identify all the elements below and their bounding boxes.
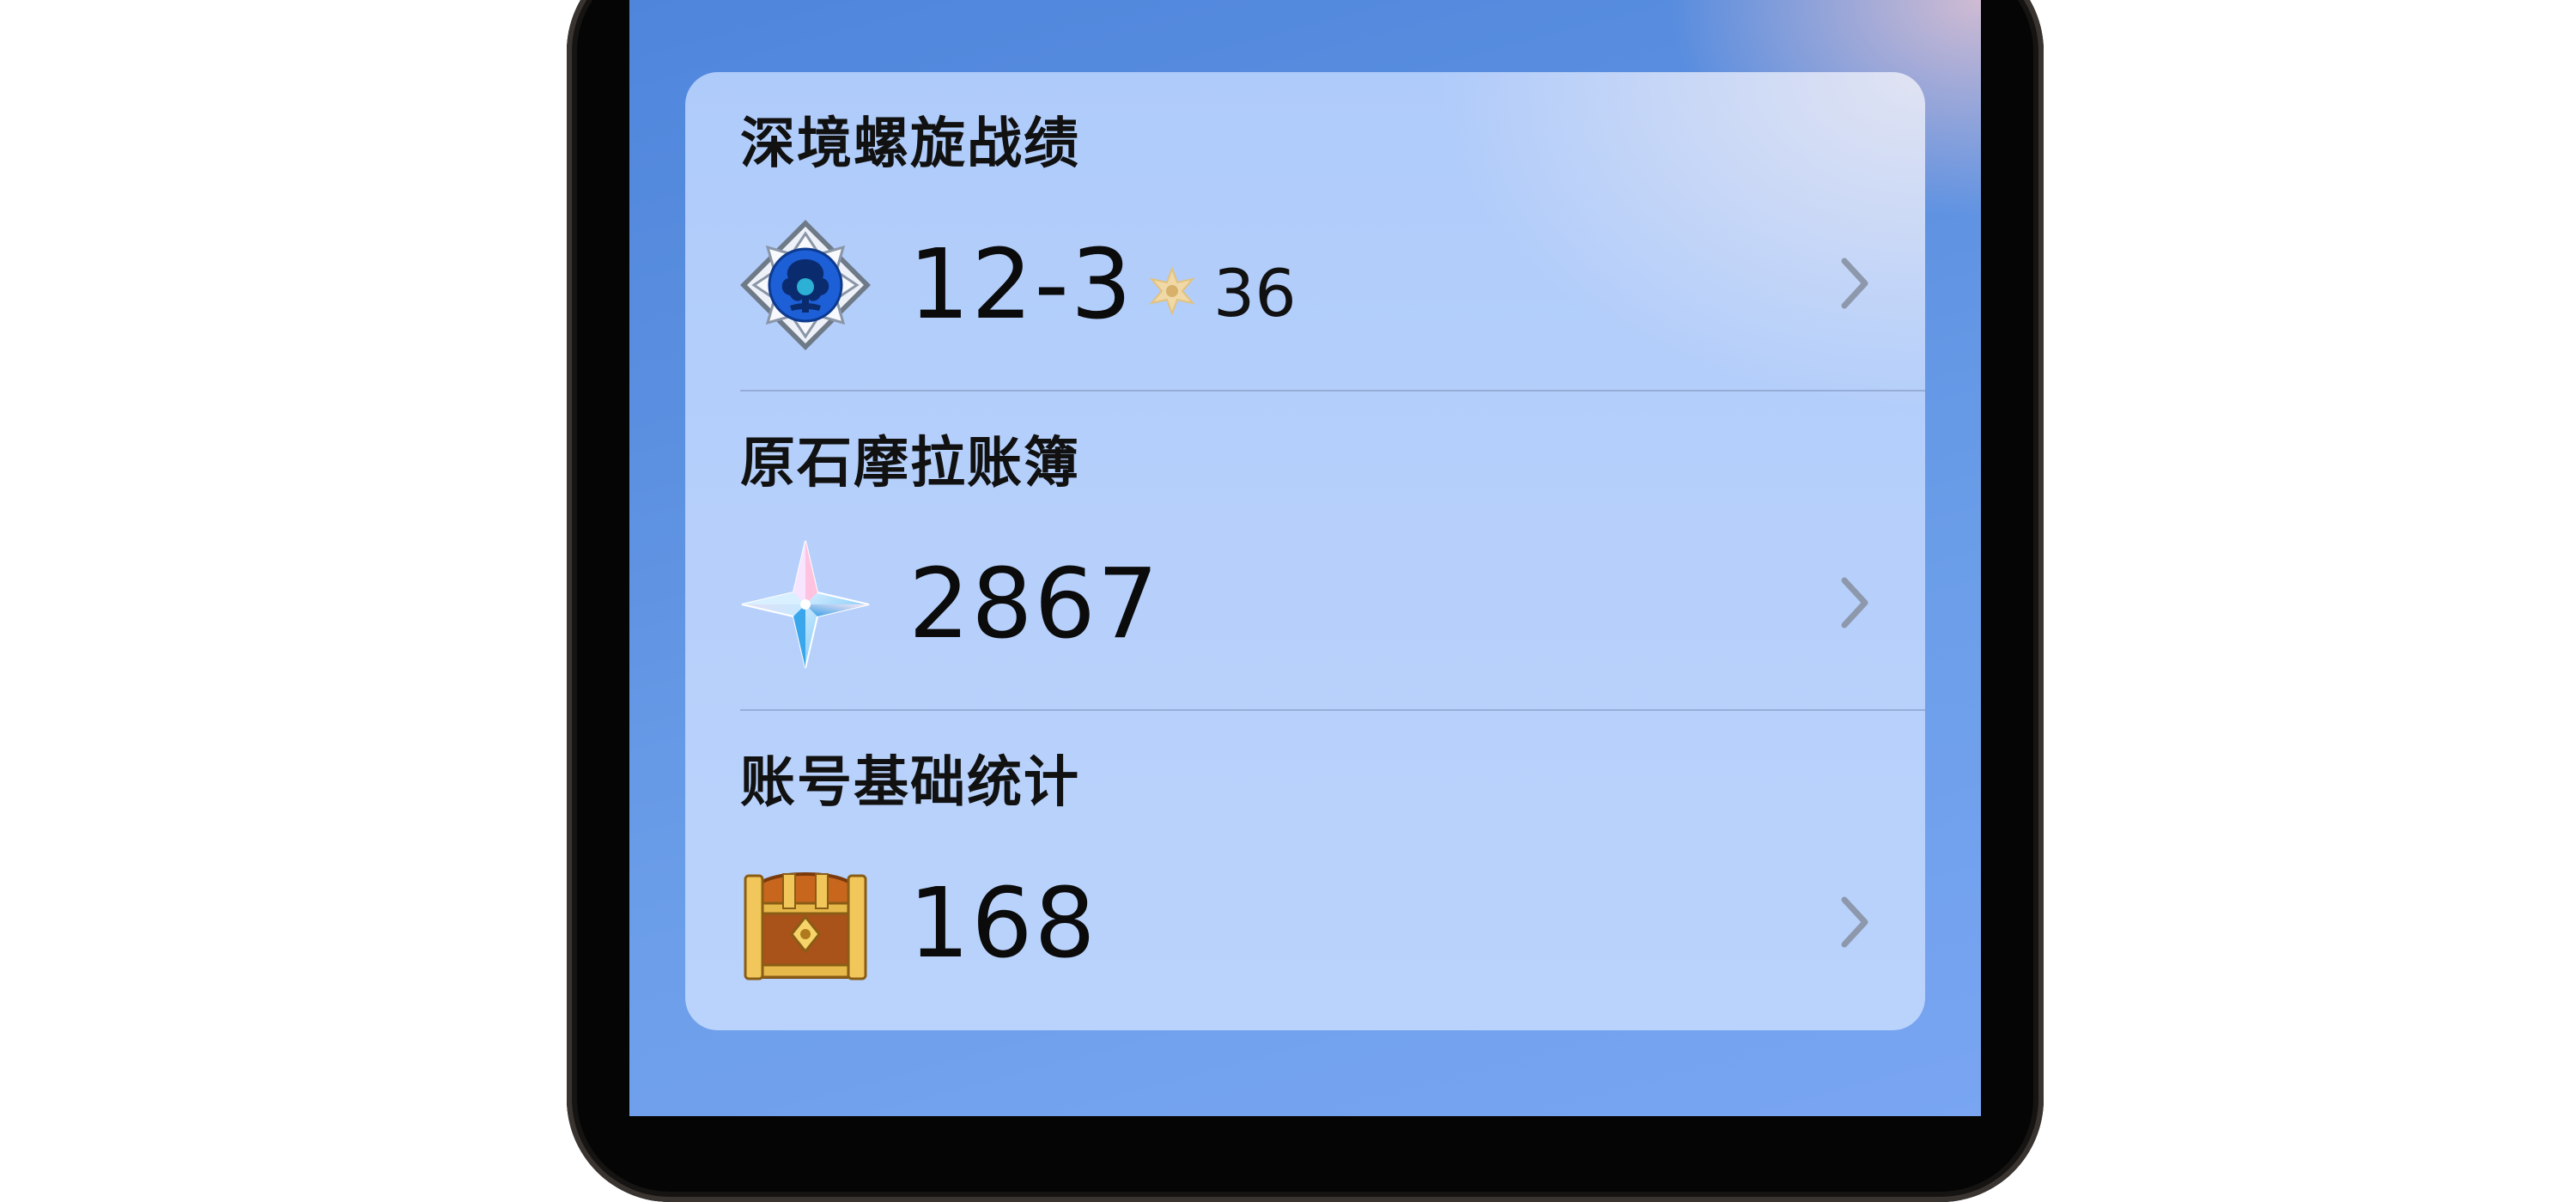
abyss-record-title: 深境螺旋战绩 xyxy=(740,112,1080,176)
abyss-star-icon xyxy=(1146,265,1198,317)
abyss-floor-value: 12-3 xyxy=(908,229,1134,341)
primogem-count: 2867 xyxy=(908,549,1161,660)
chevron-right-icon[interactable] xyxy=(1836,572,1874,634)
primogem-icon xyxy=(737,536,874,673)
treasure-chest-icon xyxy=(737,855,874,993)
phone-screen: 深境螺旋战绩 12-3 36 原石摩拉账簿 2867 账号基础统计 168 xyxy=(629,0,1981,1116)
account-stats-row[interactable]: 账号基础统计 168 xyxy=(685,711,1925,1030)
chevron-right-icon[interactable] xyxy=(1836,891,1874,953)
account-stat-value: 168 xyxy=(908,868,1097,980)
primogem-ledger-title: 原石摩拉账簿 xyxy=(740,432,1080,495)
abyss-record-row[interactable]: 深境螺旋战绩 12-3 36 xyxy=(685,72,1925,392)
account-stats-title: 账号基础统计 xyxy=(740,751,1080,815)
widget-card: 深境螺旋战绩 12-3 36 原石摩拉账簿 2867 账号基础统计 168 xyxy=(685,72,1925,1030)
abyss-star-count: 36 xyxy=(1213,255,1297,331)
primogem-ledger-row[interactable]: 原石摩拉账簿 2867 xyxy=(685,392,1925,711)
chevron-right-icon[interactable] xyxy=(1836,252,1874,314)
abyss-emblem-icon xyxy=(737,216,874,354)
